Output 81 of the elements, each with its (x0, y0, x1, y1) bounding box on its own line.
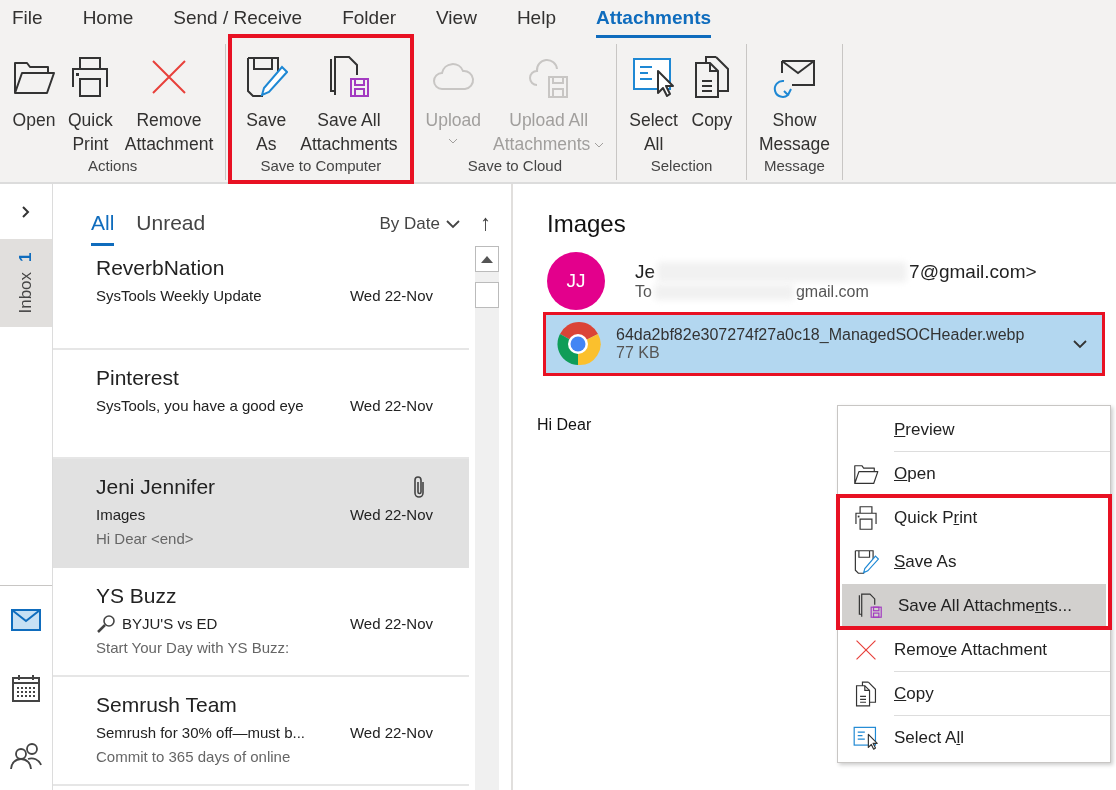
ribbon-button[interactable]: Quick Print (64, 44, 117, 157)
message-subject: SysTools, you have a good eye (96, 396, 305, 416)
calendar-icon[interactable] (12, 674, 40, 702)
scrollbar[interactable] (475, 246, 499, 790)
message-date: Wed 22-Nov (349, 614, 433, 634)
recipient-address: gmail.com (795, 283, 869, 301)
inbox-tab[interactable]: Inbox 1 (0, 239, 52, 327)
sort-dropdown[interactable]: By Date (379, 214, 460, 246)
ribbon-button[interactable]: Save All Attachments (296, 44, 402, 157)
save-as-icon (853, 549, 879, 575)
sender-name: Pinterest (96, 365, 180, 391)
ribbon-button[interactable]: Open (8, 44, 60, 157)
select-all-icon (631, 55, 676, 99)
scroll-up-button[interactable] (475, 246, 499, 272)
chevron-down-icon (446, 219, 460, 229)
scroll-thumb[interactable] (475, 282, 499, 308)
sender-name: ReverbNation (96, 255, 226, 281)
chevron-down-icon[interactable] (1072, 339, 1088, 349)
sort-direction-button[interactable]: ↑ (480, 210, 491, 246)
menu-item[interactable]: Save All Attachments... (842, 584, 1106, 628)
chrome-icon (554, 320, 602, 368)
message-body: Hi Dear (537, 416, 592, 434)
filter-tab[interactable]: Unread (136, 211, 206, 246)
menu-item[interactable]: Save As (838, 540, 1110, 584)
message-preview: Commit to 365 days of online (96, 747, 292, 767)
message-date: Wed 22-Nov (349, 505, 433, 525)
sender-start: Je (635, 261, 656, 283)
ribbon-tab[interactable]: View (436, 7, 477, 38)
group-label: Actions (88, 157, 138, 176)
menu-item[interactable]: Preview (838, 408, 1110, 452)
attachment-name: 64da2bf82e307274f27a0c18_ManagedSOCHeader.webp (616, 326, 1026, 344)
sender-name: Semrush Team (96, 692, 238, 718)
menu-item[interactable]: Quick Print (838, 496, 1110, 540)
group-label: Message (764, 157, 825, 176)
attachment-card[interactable]: 64da2bf82e307274f27a0c18_ManagedSOCHeader.webp 77 KB (543, 312, 1105, 376)
message-date: Wed 22-Nov (349, 396, 433, 416)
ribbon-tab[interactable]: Help (516, 7, 556, 38)
ribbon-tab[interactable]: Send / Receive (173, 7, 303, 38)
copy-icon (853, 681, 879, 707)
to-label: To (635, 283, 652, 301)
menu-item[interactable]: Remove Attachment (838, 628, 1110, 672)
ribbon-tab[interactable]: File (12, 7, 43, 38)
group-label: Selection (650, 157, 713, 176)
attachment-size: 77 KB (616, 344, 661, 362)
message-subject: SysTools Weekly Update (96, 286, 263, 306)
sender-name: Jeni Jennifer (96, 474, 217, 500)
save-all-icon (857, 593, 883, 619)
menu-item[interactable]: Copy (838, 672, 1110, 716)
message-date: Wed 22-Nov (349, 286, 433, 306)
ribbon-tab[interactable]: Home (82, 7, 134, 38)
message-title: Images (547, 210, 627, 238)
message-subject: Images (96, 505, 147, 525)
scroll-up-icon (481, 255, 493, 263)
message-subject: Semrush for 30% off—must b... (96, 723, 306, 743)
menu-item[interactable]: Open (838, 452, 1110, 496)
sender-name: YS Buzz (96, 583, 178, 609)
group-label: Save to Computer (260, 157, 382, 176)
group-label: Save to Cloud (467, 157, 563, 176)
ribbon-tab[interactable]: Folder (342, 7, 397, 38)
people-icon[interactable] (10, 742, 42, 770)
paperclip-icon (411, 474, 427, 500)
avatar: JJ (547, 252, 605, 310)
message-preview: Hi Dear <end> (96, 529, 195, 549)
message-preview: Start Your Day with YS Buzz: (96, 638, 291, 658)
ribbon-button[interactable]: Copy (685, 44, 738, 157)
message-item[interactable]: Jeni Jennifer Images Wed 22-Nov Hi Dear <end> (53, 459, 469, 568)
sender-address: 7@gmail.com> (909, 261, 1037, 283)
caret-icon (594, 142, 605, 149)
message-date: Wed 22-Nov (349, 723, 433, 743)
mail-icon[interactable] (11, 609, 41, 631)
caret-icon (448, 138, 459, 144)
save-as-icon (244, 55, 289, 99)
ribbon-button[interactable]: Select All (625, 44, 682, 157)
menu-item[interactable]: Select All (838, 716, 1110, 760)
print-icon (853, 505, 879, 531)
select-all-icon (853, 725, 879, 751)
ribbon-button[interactable]: Remove Attachment (120, 44, 218, 157)
ribbon-button[interactable]: Show Message (754, 44, 834, 157)
message-subject: BYJU'S vs ED (96, 612, 350, 636)
magnifier-icon (96, 614, 116, 634)
ribbon-button[interactable]: Save As (240, 44, 293, 157)
